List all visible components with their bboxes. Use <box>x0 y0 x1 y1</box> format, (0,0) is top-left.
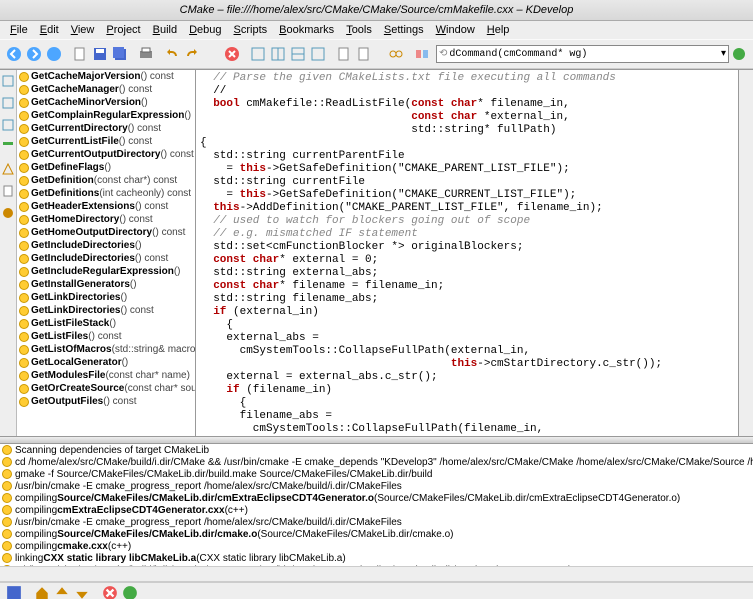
tree-item[interactable]: GetListOfMacros(std::string& macros <box>17 343 195 356</box>
tree-item[interactable]: GetHeaderExtensions() const <box>17 200 195 213</box>
tree-item[interactable]: GetIncludeRegularExpression() <box>17 265 195 278</box>
menubar: FileEditViewProjectBuildDebugScriptsBook… <box>0 21 753 39</box>
b-save-icon[interactable] <box>6 585 22 599</box>
menu-file[interactable]: File <box>4 22 34 38</box>
class-browser[interactable]: GetCacheMajorVersion() constGetCacheMana… <box>17 70 196 436</box>
output-line[interactable]: Scanning dependencies of target CMakeLib <box>0 444 753 456</box>
doc2-icon[interactable] <box>355 45 373 63</box>
tree-item[interactable]: GetCurrentListFile() const <box>17 135 195 148</box>
tree-item[interactable]: GetCurrentDirectory() const <box>17 122 195 135</box>
menu-project[interactable]: Project <box>100 22 146 38</box>
output-line[interactable]: /usr/bin/cmake -E cmake_progress_report … <box>0 516 753 528</box>
output-line[interactable]: compiling cmExtraEclipseCDT4Generator.cx… <box>0 504 753 516</box>
tree-item[interactable]: GetModulesFile(const char* name) <box>17 369 195 382</box>
tree-item[interactable]: GetDefinition(const char*) const <box>17 174 195 187</box>
run-icon[interactable] <box>730 45 748 63</box>
menu-view[interactable]: View <box>65 22 101 38</box>
tool-5-icon[interactable] <box>1 162 15 176</box>
doc-icon[interactable] <box>335 45 353 63</box>
window-1-icon[interactable] <box>249 45 267 63</box>
menu-settings[interactable]: Settings <box>378 22 430 38</box>
tree-item[interactable]: GetListFileStack() <box>17 317 195 330</box>
tree-item[interactable]: GetComplainRegularExpression() <box>17 109 195 122</box>
tree-item[interactable]: GetCacheMajorVersion() const <box>17 70 195 83</box>
save-icon[interactable] <box>91 45 109 63</box>
tree-item[interactable]: GetIncludeDirectories() const <box>17 252 195 265</box>
code-editor[interactable]: // Parse the given CMakeLists.txt file e… <box>196 70 738 436</box>
window-3-icon[interactable] <box>289 45 307 63</box>
tool-4-icon[interactable] <box>1 140 15 154</box>
link-icon[interactable] <box>387 45 405 63</box>
window-2-icon[interactable] <box>269 45 287 63</box>
b-close-icon[interactable] <box>102 585 118 599</box>
tree-item[interactable]: GetCacheManager() const <box>17 83 195 96</box>
tree-item[interactable]: GetDefinitions(int cacheonly) const <box>17 187 195 200</box>
b-home-icon[interactable] <box>34 585 50 599</box>
toolbar-main: ⟲dCommand(cmCommand* wg)▾ <box>0 39 753 69</box>
forward-icon[interactable] <box>25 45 43 63</box>
window-4-icon[interactable] <box>309 45 327 63</box>
output-line[interactable]: compiling Source/CMakeFiles/CMakeLib.dir… <box>0 528 753 540</box>
menu-bookmarks[interactable]: Bookmarks <box>273 22 340 38</box>
menu-debug[interactable]: Debug <box>183 22 227 38</box>
tree-item[interactable]: GetOrCreateSource(const char* sourc <box>17 382 195 395</box>
new-icon[interactable] <box>71 45 89 63</box>
output-line[interactable]: compiling Source/CMakeFiles/CMakeLib.dir… <box>0 492 753 504</box>
window-title: CMake – file:///home/alex/src/CMake/CMak… <box>0 0 753 21</box>
output-line[interactable]: compiling cmake.cxx (c++) <box>0 540 753 552</box>
b-down-icon[interactable] <box>74 585 90 599</box>
splitter-h[interactable] <box>0 436 753 444</box>
symbol-combo[interactable]: ⟲dCommand(cmCommand* wg)▾ <box>436 45 729 63</box>
print-icon[interactable] <box>137 45 155 63</box>
tree-item[interactable]: GetHomeOutputDirectory() const <box>17 226 195 239</box>
tree-item[interactable]: GetLocalGenerator() <box>17 356 195 369</box>
tool-6-icon[interactable] <box>1 184 15 198</box>
stop-icon[interactable] <box>223 45 241 63</box>
output-line[interactable]: cd /home/alex/src/CMake/build/i.dir/CMak… <box>0 456 753 468</box>
tree-item[interactable]: GetListFiles() const <box>17 330 195 343</box>
menu-help[interactable]: Help <box>481 22 516 38</box>
tree-item[interactable]: GetInstallGenerators() <box>17 278 195 291</box>
tree-item[interactable]: GetOutputFiles() const <box>17 395 195 408</box>
tool-2-icon[interactable] <box>1 96 15 110</box>
back-icon[interactable] <box>5 45 23 63</box>
output-line[interactable]: linking CXX static library libCMakeLib.a… <box>0 552 753 564</box>
menu-build[interactable]: Build <box>147 22 183 38</box>
tree-item[interactable]: GetLinkDirectories() <box>17 291 195 304</box>
output-line[interactable]: /usr/bin/cmake -E cmake_progress_report … <box>0 480 753 492</box>
redo-icon[interactable] <box>183 45 201 63</box>
save-all-icon[interactable] <box>111 45 129 63</box>
reload-icon[interactable] <box>45 45 63 63</box>
b-ok-icon[interactable] <box>122 585 138 599</box>
tree-item[interactable]: GetHomeDirectory() const <box>17 213 195 226</box>
scrollbar-vertical[interactable] <box>738 70 753 436</box>
menu-edit[interactable]: Edit <box>34 22 65 38</box>
tree-item[interactable]: GetIncludeDirectories() <box>17 239 195 252</box>
tool-7-icon[interactable] <box>1 206 15 220</box>
menu-tools[interactable]: Tools <box>340 22 378 38</box>
b-up-icon[interactable] <box>54 585 70 599</box>
bottom-toolbar <box>0 582 753 599</box>
tool-1-icon[interactable] <box>1 74 15 88</box>
tree-item[interactable]: GetCurrentOutputDirectory() const <box>17 148 195 161</box>
tree-item[interactable]: GetLinkDirectories() const <box>17 304 195 317</box>
class-icon[interactable] <box>413 45 431 63</box>
undo-icon[interactable] <box>163 45 181 63</box>
tree-item[interactable]: GetCacheMinorVersion() <box>17 96 195 109</box>
menu-window[interactable]: Window <box>430 22 481 38</box>
output-panel[interactable]: Scanning dependencies of target CMakeLib… <box>0 444 753 566</box>
tree-item[interactable]: GetDefineFlags() <box>17 161 195 174</box>
output-line[interactable]: gmake -f Source/CMakeFiles/CMakeLib.dir/… <box>0 468 753 480</box>
tool-3-icon[interactable] <box>1 118 15 132</box>
menu-scripts[interactable]: Scripts <box>228 22 274 38</box>
left-toolbar <box>0 70 17 436</box>
scrollbar-h[interactable] <box>0 566 753 582</box>
